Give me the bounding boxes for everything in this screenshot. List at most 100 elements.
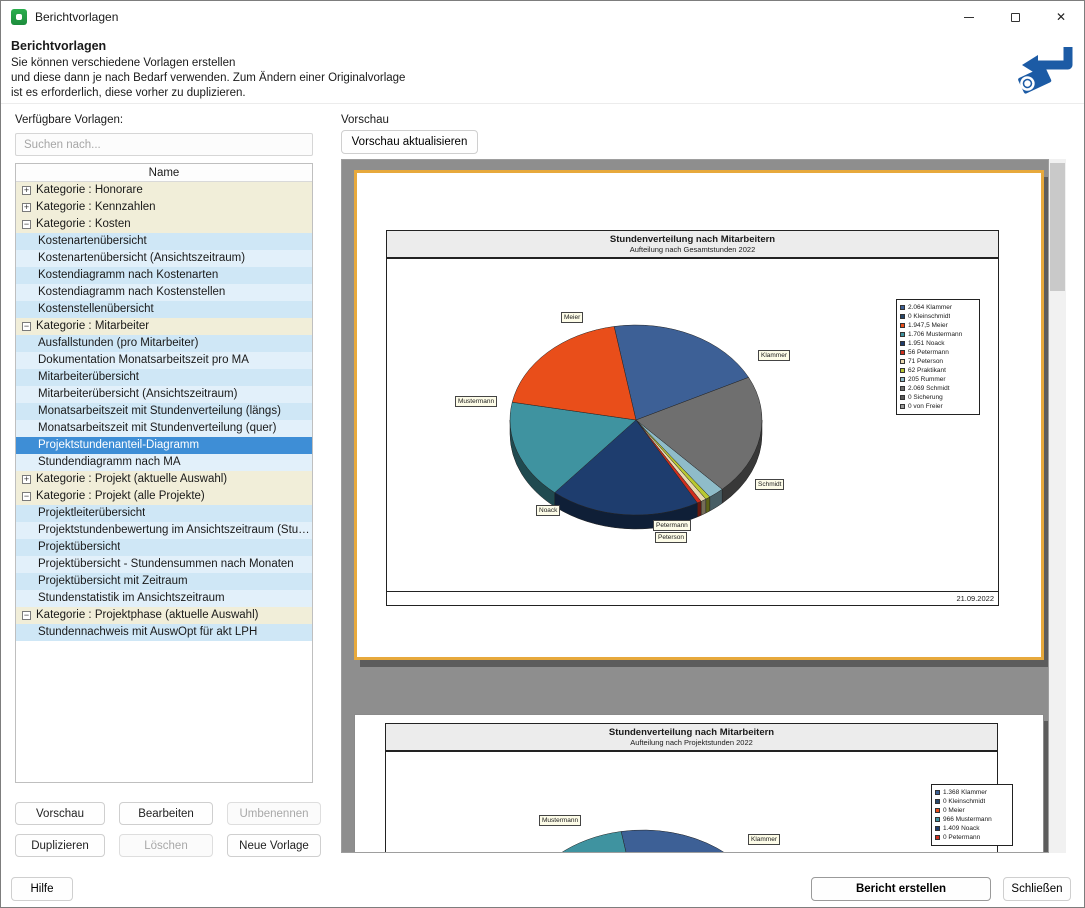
legend-label: 0 Kleinschmidt <box>908 313 951 320</box>
legend-entry: 1.951 Noack <box>900 339 976 348</box>
preview-page-1[interactable]: Stundenverteilung nach Mitarbeitern Auft… <box>354 170 1044 660</box>
close-dialog-button[interactable]: Schließen <box>1003 877 1071 901</box>
tree-row-label: Kategorie : Kosten <box>36 218 131 230</box>
tree-category-row[interactable]: + Kategorie : Projekt (aktuelle Auswahl) <box>16 471 312 488</box>
legend-swatch-icon <box>900 314 905 319</box>
close-button[interactable]: ✕ <box>1038 1 1084 33</box>
create-report-button[interactable]: Bericht erstellen <box>811 877 991 901</box>
collapse-icon[interactable]: − <box>22 611 31 620</box>
report-title: Stundenverteilung nach Mitarbeitern <box>609 234 776 245</box>
tree-item-row[interactable]: Stundenstatistik im Ansichtszeitraum <box>16 590 312 607</box>
tree-category-row[interactable]: − Kategorie : Projekt (alle Projekte) <box>16 488 312 505</box>
tree-item-row[interactable]: Mitarbeiterübersicht (Ansichtszeitraum) <box>16 386 312 403</box>
tree-row-label: Projektleiterübersicht <box>38 507 146 519</box>
tree-category-row[interactable]: − Kategorie : Mitarbeiter <box>16 318 312 335</box>
tree-category-row[interactable]: − Kategorie : Kosten <box>16 216 312 233</box>
report-header: Stundenverteilung nach Mitarbeitern Auft… <box>385 723 998 751</box>
template-tree-body: + Kategorie : Honorare + Kategorie : Kennza… <box>16 182 312 641</box>
tree-item-row[interactable]: Kostenartenübersicht (Ansichtszeitraum) <box>16 250 312 267</box>
tree-category-row[interactable]: + Kategorie : Kennzahlen <box>16 199 312 216</box>
refresh-preview-button[interactable]: Vorschau aktualisieren <box>341 130 478 154</box>
tree-item-row[interactable]: Projektstundenbewertung im Ansichtszeitr… <box>16 522 312 539</box>
header-description-line-1: Sie können verschiedene Vorlagen erstell… <box>11 57 236 69</box>
tree-row-label: Projektstundenbewertung im Ansichtszeitr… <box>38 524 312 536</box>
tree-category-row[interactable]: + Kategorie : Honorare <box>16 182 312 199</box>
tree-item-row[interactable]: Projektübersicht mit Zeitraum <box>16 573 312 590</box>
collapse-icon[interactable]: − <box>22 220 31 229</box>
tree-row-label: Kategorie : Honorare <box>36 184 143 196</box>
collapse-icon[interactable]: − <box>22 492 31 501</box>
legend-swatch-icon <box>935 790 940 795</box>
tree-item-row[interactable]: Projektstundenanteil-Diagramm <box>16 437 312 454</box>
tree-item-row[interactable]: Monatsarbeitszeit mit Stundenverteilung … <box>16 403 312 420</box>
tree-item-row[interactable]: Mitarbeiterübersicht <box>16 369 312 386</box>
tree-row-label: Monatsarbeitszeit mit Stundenverteilung … <box>38 422 277 434</box>
tree-row-label: Kategorie : Projektphase (aktuelle Auswa… <box>36 609 259 621</box>
close-icon: ✕ <box>1055 10 1067 24</box>
template-list: Name + Kategorie : Honorare + Kategorie : K… <box>15 163 313 783</box>
legend-swatch-icon <box>935 799 940 804</box>
legend-entry: 205 Rummer <box>900 375 976 384</box>
tree-item-row[interactable]: Stundendiagramm nach MA <box>16 454 312 471</box>
rename-button: Umbenennen <box>227 802 321 825</box>
chart-legend-2: 1.368 Klammer 0 Kleinschmidt 0 Meier 966 Mu… <box>931 784 1013 846</box>
tree-item-row[interactable]: Kostendiagramm nach Kostenstellen <box>16 284 312 301</box>
duplicate-button[interactable]: Duplizieren <box>15 834 105 857</box>
report-footer-line <box>387 591 998 592</box>
window-title: Berichtvorlagen <box>35 10 119 24</box>
legend-label: 1.951 Noack <box>908 340 945 347</box>
collapse-icon[interactable]: − <box>22 322 31 331</box>
minimize-button[interactable] <box>946 1 992 33</box>
help-button[interactable]: Hilfe <box>11 877 73 901</box>
tree-category-row[interactable]: − Kategorie : Projektphase (aktuelle Ausw… <box>16 607 312 624</box>
legend-label: 1.947,5 Meier <box>908 322 948 329</box>
legend-label: 56 Petermann <box>908 349 949 356</box>
tree-row-label: Kategorie : Projekt (aktuelle Auswahl) <box>36 473 228 485</box>
legend-entry: 1.947,5 Meier <box>900 321 976 330</box>
report-body: Mustermann Klammer 1.368 Klammer 0 Kleinsc… <box>385 751 1013 852</box>
template-actions: Vorschau Bearbeiten Umbenennen Duplizieren L… <box>15 802 321 857</box>
legend-swatch-icon <box>935 808 940 813</box>
preview-scrollbar[interactable] <box>1049 159 1066 853</box>
tree-item-row[interactable]: Stundennachweis mit AuswOpt für akt LPH <box>16 624 312 641</box>
legend-entry: 1.368 Klammer <box>935 788 1009 797</box>
tree-item-row[interactable]: Projektleiterübersicht <box>16 505 312 522</box>
tree-item-row[interactable]: Ausfallstunden (pro Mitarbeiter) <box>16 335 312 352</box>
page-title: Berichtvorlagen <box>11 39 107 53</box>
delete-button: Löschen <box>119 834 213 857</box>
search-input[interactable] <box>15 133 313 156</box>
scrollbar-thumb[interactable] <box>1050 163 1065 291</box>
report-subtitle: Aufteilung nach Gesamtstunden 2022 <box>629 245 756 254</box>
legend-swatch-icon <box>935 817 940 822</box>
tree-item-row[interactable]: Projektübersicht <box>16 539 312 556</box>
report-header: Stundenverteilung nach Mitarbeitern Auft… <box>386 230 999 258</box>
tree-item-row[interactable]: Dokumentation Monatsarbeitszeit pro MA <box>16 352 312 369</box>
legend-label: 966 Mustermann <box>943 816 992 823</box>
legend-label: 0 Meier <box>943 807 965 814</box>
preview-page-2[interactable]: Stundenverteilung nach Mitarbeitern Auft… <box>354 714 1044 852</box>
tree-item-row[interactable]: Kostenstellenübersicht <box>16 301 312 318</box>
maximize-button[interactable] <box>992 1 1038 33</box>
pie-chart-2 <box>562 829 725 852</box>
legend-entry: 0 Kleinschmidt <box>935 797 1009 806</box>
preview-label: Vorschau <box>341 114 389 126</box>
tree-item-row[interactable]: Projektübersicht - Stundensummen nach Mo… <box>16 556 312 573</box>
legend-swatch-icon <box>900 305 905 310</box>
tree-item-row[interactable]: Kostenartenübersicht <box>16 233 312 250</box>
tree-item-row[interactable]: Monatsarbeitszeit mit Stundenverteilung … <box>16 420 312 437</box>
expand-icon[interactable]: + <box>22 203 31 212</box>
column-header-name: Name <box>16 164 312 182</box>
legend-swatch-icon <box>900 332 905 337</box>
expand-icon[interactable]: + <box>22 475 31 484</box>
tree-row-label: Kategorie : Projekt (alle Projekte) <box>36 490 205 502</box>
edit-button[interactable]: Bearbeiten <box>119 802 213 825</box>
tree-row-label: Kostenartenübersicht (Ansichtszeitraum) <box>38 252 246 264</box>
tree-item-row[interactable]: Kostendiagramm nach Kostenarten <box>16 267 312 284</box>
tree-row-label: Kostenstellenübersicht <box>38 303 154 315</box>
new-template-button[interactable]: Neue Vorlage <box>227 834 321 857</box>
expand-icon[interactable]: + <box>22 186 31 195</box>
preview-button[interactable]: Vorschau <box>15 802 105 825</box>
legend-swatch-icon <box>900 323 905 328</box>
report-template-icon <box>1018 47 1073 94</box>
report-date: 21.09.2022 <box>956 594 994 603</box>
